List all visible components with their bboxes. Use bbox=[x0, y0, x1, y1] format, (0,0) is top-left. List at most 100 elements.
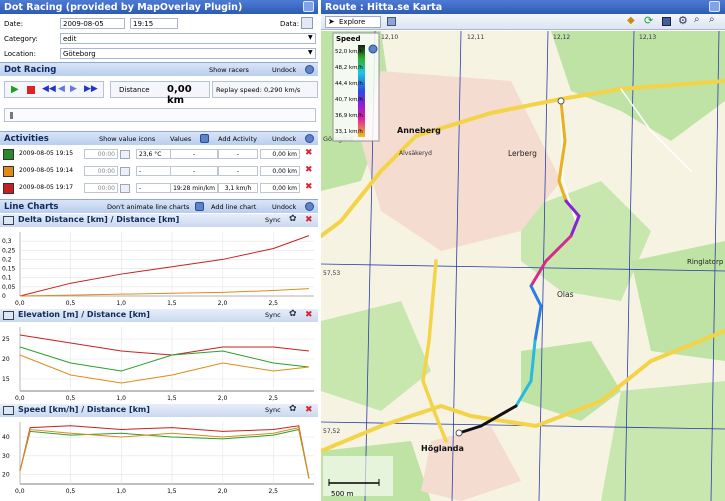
category-field[interactable]: edit bbox=[60, 33, 316, 44]
show-racers-link[interactable]: Show racers bbox=[209, 66, 249, 74]
place-label: Anneberg bbox=[397, 126, 441, 135]
legend-toggle-icon bbox=[368, 44, 378, 54]
sync-link[interactable]: Sync bbox=[265, 216, 281, 224]
left-panel-icon[interactable] bbox=[303, 1, 314, 12]
left-title: Dot Racing (provided by MapOverlay Plugi… bbox=[4, 2, 243, 13]
slider-thumb[interactable] bbox=[10, 112, 13, 119]
zoom-in-icon[interactable]: ⌕ bbox=[694, 14, 700, 25]
replay-speed-box[interactable]: Replay speed: 0,290 km/s bbox=[212, 81, 318, 98]
forward-fast-icon[interactable]: ▶▶ bbox=[84, 84, 98, 94]
add-activity-link[interactable]: Add Activity bbox=[218, 135, 257, 143]
activity-spin-icon[interactable] bbox=[120, 184, 130, 193]
location-label: Location: bbox=[4, 50, 36, 58]
category-dropdown-icon[interactable]: ▼ bbox=[308, 34, 313, 41]
stop-icon[interactable] bbox=[27, 86, 35, 94]
dot-racing-help-icon[interactable] bbox=[305, 65, 314, 74]
scale-bar: 500 m bbox=[323, 456, 393, 498]
legend-value: 52,0 km/h bbox=[335, 49, 363, 55]
date-label: Date: bbox=[4, 20, 24, 28]
activity-row[interactable]: 2009-08-05 19:15 00:00 23,6 °C - -0,00 km ✖ bbox=[0, 147, 318, 162]
activity-spin-icon[interactable] bbox=[120, 150, 130, 159]
y-tick-label: 0,1 bbox=[2, 275, 12, 282]
route-end-marker bbox=[455, 429, 463, 437]
remove-activity-icon[interactable]: ✖ bbox=[305, 148, 313, 158]
dot-racing-undock-link[interactable]: Undock bbox=[272, 66, 296, 74]
settings-icon[interactable]: ⚙ bbox=[678, 14, 688, 27]
values-icon[interactable] bbox=[200, 134, 209, 143]
add-line-chart-link[interactable]: Add line chart bbox=[211, 203, 256, 211]
dont-animate-link[interactable]: Don't animate line charts bbox=[107, 203, 189, 211]
series-line bbox=[19, 334, 309, 356]
activity-color-icon[interactable] bbox=[3, 149, 14, 160]
activity-color-icon[interactable] bbox=[3, 166, 14, 177]
activity-row[interactable]: 2009-08-05 19:14 00:00- - -0,00 km ✖ bbox=[0, 164, 318, 179]
sync-link[interactable]: Sync bbox=[265, 311, 281, 319]
y-tick-label: 15 bbox=[2, 376, 10, 383]
position-slider[interactable] bbox=[4, 108, 316, 122]
explore-button[interactable]: ➤ Explore bbox=[325, 16, 381, 28]
place-label: Höglanda bbox=[421, 444, 464, 453]
map-canvas[interactable]: Anneberg Lerberg Olas Höglanda Ringlator… bbox=[321, 31, 725, 501]
activity-time[interactable]: 00:00 bbox=[84, 183, 118, 193]
x-tick-label: 0,5 bbox=[66, 488, 76, 495]
location-field[interactable]: Göteborg bbox=[60, 48, 316, 59]
remove-activity-icon[interactable]: ✖ bbox=[305, 165, 313, 175]
replay-speed-text: Replay speed: 0,290 km/s bbox=[216, 86, 301, 94]
forward-icon[interactable]: ▶ bbox=[70, 84, 77, 94]
line-charts-undock-link[interactable]: Undock bbox=[272, 203, 296, 211]
activity-value-3: - bbox=[218, 166, 258, 176]
activities-title: Activities bbox=[4, 134, 49, 144]
refresh-icon[interactable]: ⟳ bbox=[644, 14, 653, 27]
data-icon[interactable] bbox=[301, 17, 313, 29]
elevation-icon bbox=[3, 311, 14, 320]
y-tick-label: 0,3 bbox=[2, 238, 12, 245]
distance-value: 0,00 km bbox=[167, 84, 192, 106]
line-charts-help-icon[interactable] bbox=[305, 202, 314, 211]
y-tick-label: 25 bbox=[2, 336, 10, 343]
activities-header: Activities Show value icons Values Add A… bbox=[0, 131, 318, 145]
line-charts-add-icon[interactable] bbox=[195, 202, 204, 211]
line-charts-title: Line Charts bbox=[4, 202, 59, 212]
show-value-icons-link[interactable]: Show value icons bbox=[99, 135, 155, 143]
map-panel-icon[interactable] bbox=[709, 1, 720, 12]
save-icon[interactable] bbox=[662, 17, 671, 26]
chart-settings-icon[interactable]: ✿ bbox=[289, 404, 297, 414]
activity-value-2: - bbox=[170, 166, 218, 176]
diamond-icon[interactable]: ◆ bbox=[627, 15, 635, 26]
play-icon[interactable]: ▶ bbox=[11, 84, 19, 95]
x-tick-label: 1,0 bbox=[116, 488, 126, 495]
values-link[interactable]: Values bbox=[170, 135, 191, 143]
rewind-fast-icon[interactable]: ◀◀ bbox=[42, 84, 56, 94]
activity-color-icon[interactable] bbox=[3, 183, 14, 194]
activity-spin-icon[interactable] bbox=[120, 167, 130, 176]
activity-time[interactable]: 00:00 bbox=[84, 149, 118, 159]
dot-racing-title: Dot Racing bbox=[4, 65, 57, 75]
legend-value: 40,7 km/h bbox=[335, 97, 363, 103]
y-tick-label: 30 bbox=[2, 453, 10, 460]
activities-help-icon[interactable] bbox=[305, 134, 314, 143]
speed-icon bbox=[3, 406, 14, 415]
zoom-out-icon[interactable]: ⌕ bbox=[709, 14, 715, 25]
chart-settings-icon[interactable]: ✿ bbox=[289, 214, 297, 224]
location-dropdown-icon[interactable]: ▼ bbox=[308, 49, 313, 56]
remove-chart-icon[interactable]: ✖ bbox=[305, 310, 313, 320]
remove-activity-icon[interactable]: ✖ bbox=[305, 182, 313, 192]
x-tick-label: 2,5 bbox=[268, 300, 278, 307]
activity-distance: 0,00 km bbox=[260, 166, 300, 176]
remove-chart-icon[interactable]: ✖ bbox=[305, 405, 313, 415]
activity-value-3: - bbox=[218, 149, 258, 159]
grid-label: 12,13 bbox=[639, 34, 656, 41]
activity-row[interactable]: 2009-08-05 19:17 00:00-19:28 min/km 3,1 km… bbox=[0, 181, 318, 196]
activity-time[interactable]: 00:00 bbox=[84, 166, 118, 176]
chart-settings-icon[interactable]: ✿ bbox=[289, 309, 297, 319]
speed-legend: Speed 52,0 km/h 48,2 km/h 44,4 km/h 40,7… bbox=[332, 32, 380, 142]
map-extra-icon[interactable] bbox=[387, 17, 396, 26]
activities-undock-link[interactable]: Undock bbox=[272, 135, 296, 143]
date-field[interactable]: 2009-08-05 bbox=[60, 18, 125, 29]
time-field[interactable]: 19:15 bbox=[130, 18, 178, 29]
sync-link[interactable]: Sync bbox=[265, 406, 281, 414]
rewind-icon[interactable]: ◀ bbox=[58, 84, 65, 94]
remove-chart-icon[interactable]: ✖ bbox=[305, 215, 313, 225]
activity-value-2: 19:28 min/km bbox=[170, 183, 218, 193]
delta-icon bbox=[3, 216, 14, 225]
